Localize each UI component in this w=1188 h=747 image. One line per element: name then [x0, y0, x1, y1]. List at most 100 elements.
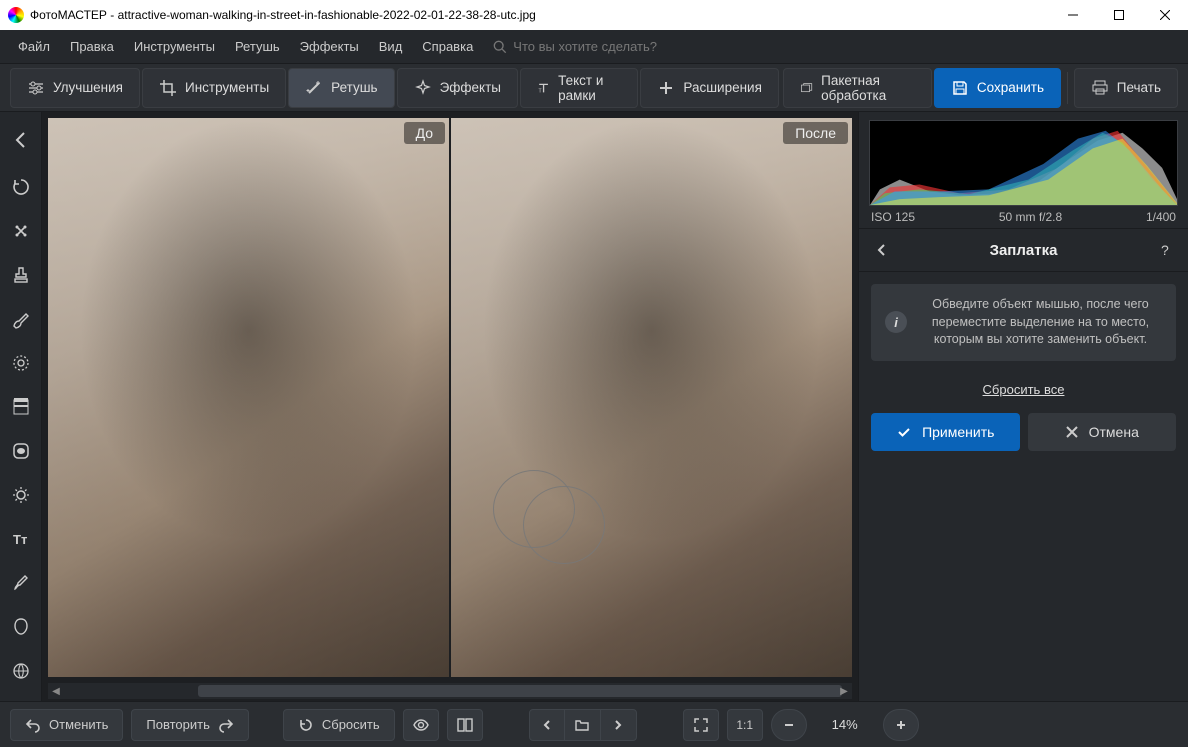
minus-icon — [782, 718, 796, 732]
save-icon — [951, 79, 969, 97]
save-button[interactable]: Сохранить — [934, 68, 1061, 108]
tab-extensions[interactable]: Расширения — [640, 68, 779, 108]
left-toolstrip: Tᴛ — [0, 112, 42, 701]
exif-info: ISO 125 50 mm f/2.8 1/400 — [869, 206, 1178, 224]
histogram[interactable] — [869, 120, 1178, 206]
nav-prev-button[interactable] — [529, 709, 565, 741]
menu-edit[interactable]: Правка — [62, 35, 122, 58]
exif-shutter: 1/400 — [1146, 210, 1176, 224]
tab-retouch[interactable]: Ретушь — [288, 68, 394, 108]
menu-view[interactable]: Вид — [371, 35, 411, 58]
menu-effects[interactable]: Эффекты — [292, 35, 367, 58]
after-pane: После — [451, 118, 852, 677]
nav-next-button[interactable] — [601, 709, 637, 741]
fit-screen-button[interactable] — [683, 709, 719, 741]
stack-icon — [800, 79, 813, 97]
reset-button[interactable]: Сбросить — [283, 709, 395, 741]
cancel-button[interactable]: Отмена — [1028, 413, 1177, 451]
zoom-value: 14% — [815, 717, 875, 732]
face-tool[interactable] — [4, 610, 38, 644]
tab-effects[interactable]: Эффекты — [397, 68, 518, 108]
vignette-tool[interactable] — [4, 434, 38, 468]
check-icon — [896, 424, 912, 440]
expand-icon — [693, 717, 709, 733]
bottom-bar: Отменить Повторить Сбросить 1:1 14% — [0, 701, 1188, 747]
reset-all-link[interactable]: Сбросить все — [859, 373, 1188, 413]
heal-tool[interactable] — [4, 214, 38, 248]
apply-button[interactable]: Применить — [871, 413, 1020, 451]
zoom-in-button[interactable] — [883, 709, 919, 741]
scroll-left-icon[interactable]: ◀ — [48, 683, 64, 699]
close-button[interactable] — [1142, 0, 1188, 30]
panel-header: Заплатка ? — [859, 228, 1188, 272]
info-text: Обведите объект мышью, после чего переме… — [919, 296, 1162, 349]
minimize-button[interactable] — [1050, 0, 1096, 30]
tab-text-frames[interactable]: T Текст и рамки — [520, 68, 638, 108]
patch-selection-target[interactable] — [523, 486, 605, 564]
undo-icon — [25, 717, 41, 733]
batch-button[interactable]: Пакетная обработка — [783, 68, 932, 108]
scroll-right-icon[interactable]: ▶ — [836, 683, 852, 699]
before-pane: До — [48, 118, 449, 677]
tab-enhance[interactable]: Улучшения — [10, 68, 140, 108]
plus-icon — [657, 79, 675, 97]
zoom-out-button[interactable] — [771, 709, 807, 741]
chevron-left-icon — [541, 719, 553, 731]
gradient-tool[interactable] — [4, 390, 38, 424]
menu-help[interactable]: Справка — [414, 35, 481, 58]
exposure-tool[interactable] — [4, 478, 38, 512]
nav-open-button[interactable] — [565, 709, 601, 741]
tab-tools[interactable]: Инструменты — [142, 68, 286, 108]
paint-tool[interactable] — [4, 566, 38, 600]
globe-tool[interactable] — [4, 654, 38, 688]
print-button[interactable]: Печать — [1074, 68, 1178, 108]
text-tool[interactable]: Tᴛ — [4, 522, 38, 556]
folder-icon — [574, 717, 590, 733]
panel-back-button[interactable] — [871, 239, 893, 261]
maximize-button[interactable] — [1096, 0, 1142, 30]
svg-text:?: ? — [1161, 242, 1169, 258]
plus-icon — [894, 718, 908, 732]
redo-icon — [218, 717, 234, 733]
exif-iso: ISO 125 — [871, 210, 915, 224]
window-title: ФотоМАСТЕР - attractive-woman-walking-in… — [30, 8, 1050, 22]
search-placeholder: Что вы хотите сделать? — [513, 39, 657, 54]
menu-search[interactable]: Что вы хотите сделать? — [493, 39, 657, 54]
text-icon: T — [537, 79, 550, 97]
main-toolbar: Улучшения Инструменты Ретушь Эффекты T Т… — [0, 64, 1188, 112]
chevron-right-icon — [612, 719, 624, 731]
compare-toggle-button[interactable] — [447, 709, 483, 741]
menu-retouch[interactable]: Ретушь — [227, 35, 288, 58]
actual-size-button[interactable]: 1:1 — [727, 709, 763, 741]
exif-lens: 50 mm f/2.8 — [999, 210, 1062, 224]
svg-text:Tᴛ: Tᴛ — [13, 532, 27, 547]
panel-title: Заплатка — [893, 242, 1154, 259]
scrollbar-thumb[interactable] — [198, 685, 842, 697]
right-panel: ISO 125 50 mm f/2.8 1/400 Заплатка ? i О… — [858, 112, 1188, 701]
stamp-tool[interactable] — [4, 258, 38, 292]
menu-bar: Файл Правка Инструменты Ретушь Эффекты В… — [0, 30, 1188, 64]
canvas-area: До После ◀ ▶ — [42, 112, 858, 701]
redo-button[interactable]: Повторить — [131, 709, 248, 741]
horizontal-scrollbar[interactable]: ◀ ▶ — [48, 683, 852, 699]
app-name: ФотоМАСТЕР — [30, 8, 107, 22]
info-icon: i — [885, 311, 907, 333]
menu-file[interactable]: Файл — [10, 35, 58, 58]
undo-button[interactable]: Отменить — [10, 709, 123, 741]
menu-tools[interactable]: Инструменты — [126, 35, 223, 58]
canvas-viewport[interactable]: До После — [42, 112, 858, 683]
crop-icon — [159, 79, 177, 97]
panel-help-button[interactable]: ? — [1154, 239, 1176, 261]
main-area: Tᴛ До После ◀ ▶ — [0, 112, 1188, 701]
preview-toggle-button[interactable] — [403, 709, 439, 741]
app-logo-icon — [8, 7, 24, 23]
sparkle-icon — [414, 79, 432, 97]
brush-tool[interactable] — [4, 302, 38, 336]
radial-tool[interactable] — [4, 346, 38, 380]
document-filename: attractive-woman-walking-in-street-in-fa… — [118, 8, 536, 22]
sliders-icon — [27, 79, 45, 97]
back-button[interactable] — [4, 120, 38, 160]
svg-text:T: T — [538, 88, 541, 94]
nav-group — [529, 709, 637, 741]
rotate-tool[interactable] — [4, 170, 38, 204]
